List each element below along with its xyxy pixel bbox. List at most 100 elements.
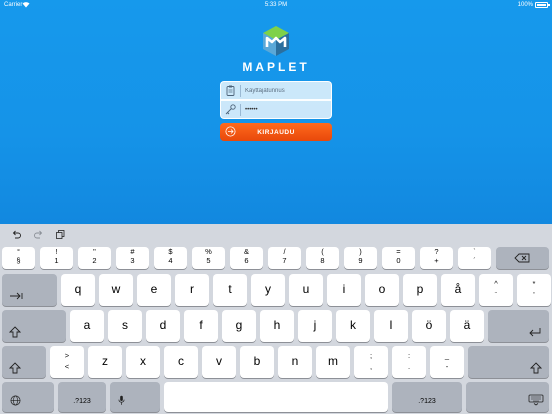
key-g[interactable]: g [222, 310, 256, 342]
password-field[interactable] [220, 100, 332, 119]
dismiss-keyboard-key[interactable] [466, 382, 549, 412]
left-shift-key[interactable] [2, 346, 46, 378]
return-key[interactable] [488, 310, 549, 342]
key-angle-brackets[interactable]: > < [50, 346, 84, 378]
key-punct-2[interactable]: _ - [430, 346, 464, 378]
key-label: " [93, 247, 96, 256]
key-n[interactable]: n [278, 346, 312, 378]
key-label: § [16, 256, 21, 265]
key-label: . [407, 362, 411, 371]
field-separator [240, 104, 241, 116]
key-extra-1[interactable]: * ' [517, 274, 551, 306]
key-i[interactable]: i [327, 274, 361, 306]
key-2[interactable]: ! 1 [40, 247, 73, 269]
keyboard: ° §! 1 " 2 #3 $4% 5 & 6/7(8) 9 = 0? + ` ´ q w e r t y u i o p å ^ ¨… [0, 224, 552, 414]
key-label: e [150, 282, 158, 296]
key-y[interactable]: y [251, 274, 285, 306]
numbers-key-left[interactable]: .?123 [58, 382, 106, 412]
key-6[interactable]: % 5 [192, 247, 225, 269]
key-r[interactable]: r [175, 274, 209, 306]
keyboard-toolbar [0, 224, 552, 244]
shift-icon [530, 362, 542, 374]
key-c[interactable]: c [164, 346, 198, 378]
key-extra-0[interactable]: ^ ¨ [479, 274, 513, 306]
space-key[interactable] [164, 382, 388, 412]
key-label: s [122, 318, 128, 332]
key-label: y [265, 282, 271, 296]
status-bar: Carrier 5:33 PM 100% [0, 0, 552, 10]
key-b[interactable]: b [240, 346, 274, 378]
dictation-key[interactable] [110, 382, 160, 412]
right-shift-key[interactable] [468, 346, 549, 378]
key-w[interactable]: w [99, 274, 133, 306]
key-p[interactable]: p [403, 274, 437, 306]
numbers-key-right[interactable]: .?123 [392, 382, 462, 412]
key-f[interactable]: f [184, 310, 218, 342]
key-label: _ [444, 351, 450, 360]
key-u[interactable]: u [289, 274, 323, 306]
key-x[interactable]: x [126, 346, 160, 378]
key-v[interactable]: v [202, 346, 236, 378]
tab-key[interactable] [2, 274, 57, 306]
key-q[interactable]: q [61, 274, 95, 306]
key-4[interactable]: #3 [116, 247, 149, 269]
globe-key[interactable] [2, 382, 54, 412]
undo-icon[interactable] [11, 229, 22, 240]
redo-icon[interactable] [33, 229, 44, 240]
key-j[interactable]: j [298, 310, 332, 342]
backspace-key[interactable] [496, 247, 549, 269]
key-å[interactable]: å [441, 274, 475, 306]
key-3[interactable]: " 2 [78, 247, 111, 269]
key-label: , [369, 362, 373, 371]
key-label: + [434, 256, 439, 265]
return-icon [529, 328, 541, 337]
key-t[interactable]: t [213, 274, 247, 306]
key-label: 7 [282, 256, 287, 265]
key-label: / [283, 247, 286, 256]
key-a[interactable]: a [70, 310, 104, 342]
key-z[interactable]: z [88, 346, 122, 378]
key-12[interactable]: ? + [420, 247, 453, 269]
key-label: - [445, 362, 449, 371]
key-e[interactable]: e [137, 274, 171, 306]
key-punct-1[interactable]: :. [392, 346, 426, 378]
key-5[interactable]: $4 [154, 247, 187, 269]
paste-icon[interactable] [55, 229, 66, 240]
username-input[interactable] [245, 83, 329, 98]
key-h[interactable]: h [260, 310, 294, 342]
key-label: 5 [206, 256, 211, 265]
key-8[interactable]: /7 [268, 247, 301, 269]
key-label: c [178, 354, 184, 368]
shift-icon [9, 362, 21, 374]
key-label: 9 [358, 256, 363, 265]
key-k[interactable]: k [336, 310, 370, 342]
status-time: 5:33 PM [264, 2, 288, 8]
key-o[interactable]: o [365, 274, 399, 306]
key-label: v [216, 354, 222, 368]
field-separator [240, 85, 241, 97]
key-label: i [342, 282, 346, 296]
key-ö[interactable]: ö [412, 310, 446, 342]
key-label: 0 [396, 256, 401, 265]
login-button[interactable]: KIRJAUDU [220, 123, 332, 141]
key-label: > [64, 351, 70, 360]
key-1[interactable]: ° § [2, 247, 35, 269]
key-icon [225, 104, 236, 115]
key-m[interactable]: m [316, 346, 350, 378]
caps-lock-key[interactable] [2, 310, 66, 342]
key-7[interactable]: & 6 [230, 247, 263, 269]
key-label: u [302, 282, 310, 296]
key-label: l [389, 318, 393, 332]
key-10[interactable]: ) 9 [344, 247, 377, 269]
key-13[interactable]: ` ´ [458, 247, 491, 269]
key-s[interactable]: s [108, 310, 142, 342]
username-field[interactable] [220, 81, 332, 100]
key-ä[interactable]: ä [450, 310, 484, 342]
key-9[interactable]: (8 [306, 247, 339, 269]
key-d[interactable]: d [146, 310, 180, 342]
password-input[interactable] [245, 102, 329, 117]
key-label: 6 [244, 256, 249, 265]
key-punct-0[interactable]: ;, [354, 346, 388, 378]
key-l[interactable]: l [374, 310, 408, 342]
key-11[interactable]: = 0 [382, 247, 415, 269]
